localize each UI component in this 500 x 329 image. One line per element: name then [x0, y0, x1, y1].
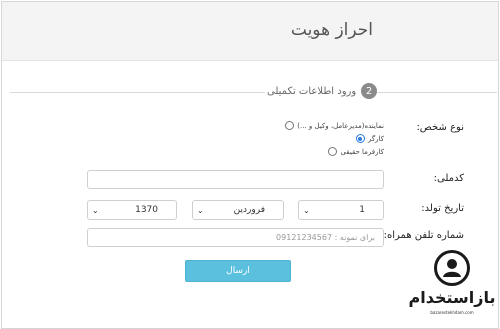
person-search-icon [434, 250, 470, 286]
birth-year-value: 1370 [135, 205, 158, 215]
page-title: احراز هویت [290, 20, 373, 40]
chevron-down-icon: ⌄ [197, 206, 204, 215]
birth-date-label: تاریخ تولد: [421, 203, 464, 214]
phone-label: شماره تلفن همراه: [383, 230, 464, 241]
radio-option-employer[interactable]: کارفرما حقیقی [328, 147, 384, 156]
brand-tagline: bazarestekhdam.com [430, 310, 474, 315]
brand-name: بازاستخدام [408, 288, 496, 307]
phone-input[interactable]: برای نمونه : 09121234567 [87, 228, 384, 247]
radio-option-representative[interactable]: نماینده(مدیرعامل، وکیل و ...) [285, 121, 384, 130]
birth-month-select[interactable]: فروردین ⌄ [192, 200, 284, 220]
step-number-badge: 2 [361, 83, 377, 99]
page-frame: احراز هویت 2 ورود اطلاعات تکمیلی نوع شخص… [1, 1, 499, 329]
radio-option-label: کارفرما حقیقی [340, 147, 384, 156]
birth-year-select[interactable]: 1370 ⌄ [87, 200, 177, 220]
birth-day-select[interactable]: 1 ⌄ [298, 200, 384, 220]
page-header: احراز هویت [2, 2, 498, 61]
radio-option-label: کارگر [367, 134, 384, 143]
radio-button[interactable] [285, 121, 295, 130]
national-code-input[interactable] [87, 170, 384, 189]
birth-day-value: 1 [359, 205, 365, 215]
brand-logo: بازاستخدام bazarestekhdam.com [405, 250, 499, 326]
step-label: ورود اطلاعات تکمیلی [267, 85, 357, 97]
radio-button-selected[interactable] [355, 134, 365, 143]
submit-button[interactable]: ارسال [185, 260, 291, 282]
stepper-step: 2 ورود اطلاعات تکمیلی [267, 81, 377, 101]
radio-option-worker[interactable]: کارگر [355, 134, 384, 143]
radio-option-label: نماینده(مدیرعامل، وکیل و ...) [297, 121, 384, 130]
chevron-down-icon: ⌄ [92, 206, 99, 215]
national-code-label: کدملی: [433, 173, 464, 184]
stepper-line-right [377, 92, 497, 93]
chevron-down-icon: ⌄ [303, 206, 310, 215]
stepper-line-left [10, 92, 265, 93]
person-type-label: نوع شخص: [416, 122, 464, 133]
birth-month-value: فروردین [233, 205, 265, 215]
radio-button[interactable] [328, 147, 338, 156]
